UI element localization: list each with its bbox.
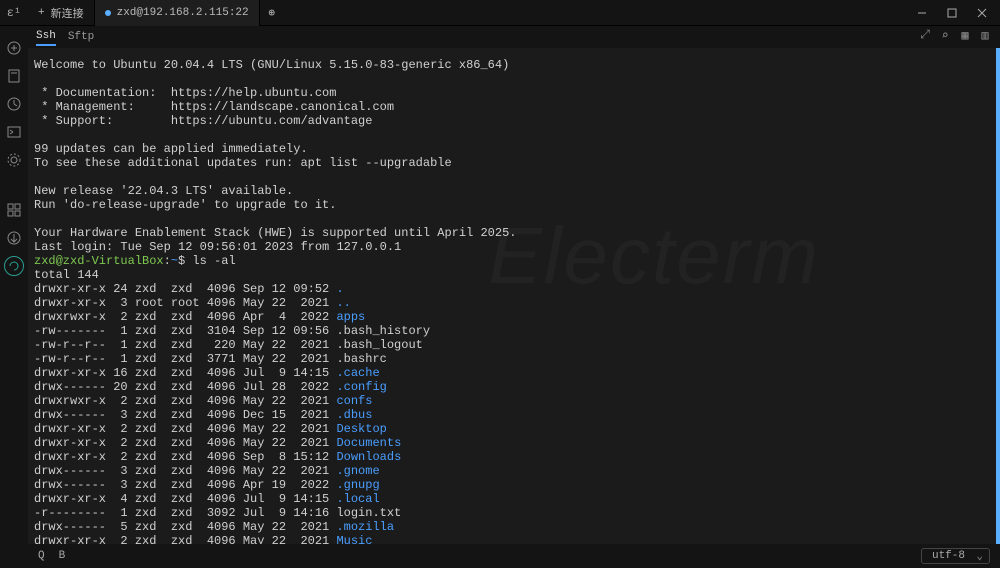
tab-label: 新连接: [51, 5, 84, 21]
app-icon[interactable]: ε¹: [0, 0, 28, 26]
add-icon[interactable]: [4, 38, 24, 58]
session-subtabs: Ssh Sftp: [28, 26, 94, 48]
status-dot-icon: [105, 10, 111, 16]
scrollbar[interactable]: [996, 48, 1000, 544]
view-controls: ⤢ ⌕ ▦ ▥: [918, 28, 992, 42]
new-tab-button[interactable]: ⊕: [260, 0, 284, 26]
split-cols-icon[interactable]: ▥: [978, 28, 992, 42]
window-controls: [908, 1, 1000, 25]
tab-ssh[interactable]: Ssh: [36, 28, 56, 46]
transfer-icon[interactable]: [4, 228, 24, 248]
tab-session[interactable]: zxd@192.168.2.115:22: [95, 0, 260, 26]
plus-icon: ⊕: [268, 6, 275, 20]
tab-new-connection[interactable]: + 新连接: [28, 0, 95, 26]
settings-icon[interactable]: [4, 150, 24, 170]
split-grid-icon[interactable]: ▦: [958, 28, 972, 42]
terminals-icon[interactable]: [4, 122, 24, 142]
statusbar: Q B utf-8: [28, 544, 1000, 568]
sidebar-rail: [0, 26, 28, 568]
status-b[interactable]: B: [59, 550, 66, 562]
terminal-output[interactable]: Welcome to Ubuntu 20.04.4 LTS (GNU/Linux…: [28, 48, 996, 544]
minimize-button[interactable]: [908, 1, 936, 25]
plus-icon: +: [38, 7, 45, 19]
search-icon[interactable]: ⌕: [938, 28, 952, 42]
titlebar: ε¹ + 新连接 zxd@192.168.2.115:22 ⊕: [0, 0, 1000, 26]
encoding-select[interactable]: utf-8: [921, 548, 990, 564]
close-button[interactable]: [968, 1, 996, 25]
bookmarks-icon[interactable]: [4, 66, 24, 86]
fullscreen-icon[interactable]: ⤢: [918, 28, 932, 42]
status-q[interactable]: Q: [38, 550, 45, 562]
tab-sftp[interactable]: Sftp: [68, 29, 94, 45]
tab-label: zxd@192.168.2.115:22: [117, 7, 249, 19]
maximize-button[interactable]: [938, 1, 966, 25]
sync-icon[interactable]: [4, 256, 24, 276]
history-icon[interactable]: [4, 94, 24, 114]
batch-icon[interactable]: [4, 200, 24, 220]
